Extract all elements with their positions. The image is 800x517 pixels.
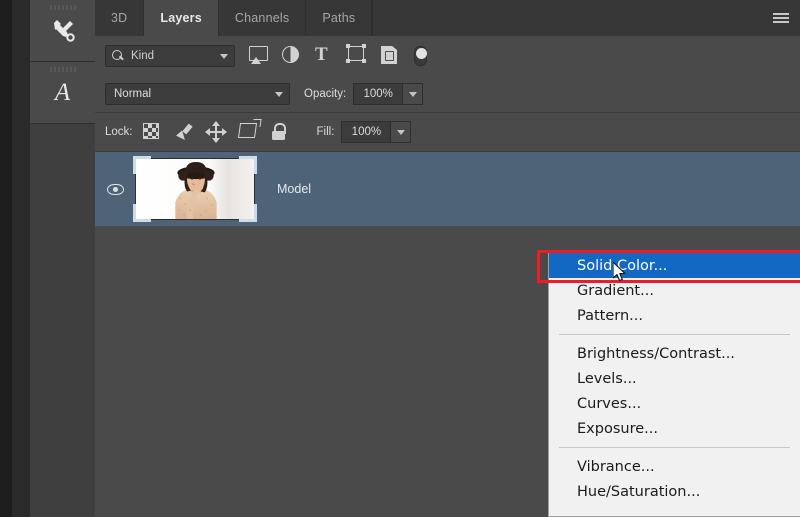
blend-mode-dropdown[interactable]: Normal — [105, 83, 290, 105]
fill-value-field[interactable]: 100% — [341, 121, 392, 143]
tab-channels[interactable]: Channels — [218, 0, 307, 36]
magnifier-icon — [112, 49, 125, 63]
menu-separator — [559, 334, 790, 335]
annotation-highlight-rectangle — [537, 250, 800, 283]
menu-item-levels[interactable]: Levels... — [549, 366, 800, 391]
blend-mode-value: Normal — [114, 88, 152, 100]
panel-grip[interactable] — [49, 5, 76, 10]
tab-3d[interactable]: 3D — [95, 0, 145, 36]
pixel-layer-filter-icon[interactable] — [249, 46, 269, 66]
collapsed-panel-dock: A — [30, 0, 95, 517]
image-pixels-lock-icon[interactable] — [175, 123, 193, 141]
character-a-icon: A — [54, 78, 71, 106]
shape-layer-filter-icon[interactable] — [346, 44, 368, 66]
fill-stepper-button[interactable] — [391, 121, 412, 143]
left-gutter-edge — [0, 0, 12, 517]
panel-grip[interactable] — [49, 67, 76, 72]
layer-filter-row: Kind T — [95, 36, 800, 76]
menu-item-pattern[interactable]: Pattern... — [549, 303, 800, 328]
opacity-stepper-button[interactable] — [403, 83, 424, 105]
menu-separator — [559, 447, 790, 448]
lock-label: Lock: — [105, 126, 133, 138]
menu-item-vibrance[interactable]: Vibrance... — [549, 454, 800, 479]
type-layer-filter-icon[interactable]: T — [315, 45, 335, 66]
layer-name-label[interactable]: Model — [277, 182, 311, 196]
layers-list: Model — [95, 152, 800, 226]
transparency-lock-icon[interactable] — [142, 123, 161, 141]
new-fill-adjustment-layer-menu: Solid Color... Gradient... Pattern... Br… — [548, 250, 800, 517]
character-panel-button[interactable]: A — [30, 62, 95, 124]
filter-enable-toggle[interactable] — [414, 46, 427, 66]
layer-thumbnail[interactable] — [133, 156, 257, 222]
menu-item-exposure[interactable]: Exposure... — [549, 416, 800, 441]
opacity-label: Opacity: — [304, 88, 347, 100]
chevron-down-icon — [220, 54, 228, 59]
layer-thumbnail-image — [135, 158, 255, 220]
tabbar-filler — [372, 0, 800, 36]
menu-item-hue-saturation[interactable]: Hue/Saturation... — [549, 479, 800, 504]
tab-layers[interactable]: Layers — [144, 0, 219, 36]
adjustment-layer-filter-icon[interactable] — [282, 46, 302, 66]
eye-icon — [106, 183, 124, 195]
artboard-nesting-lock-icon[interactable] — [237, 123, 257, 141]
dock-empty-area — [30, 124, 95, 517]
chevron-down-icon — [275, 92, 283, 97]
filter-kind-dropdown[interactable]: Kind — [105, 45, 235, 67]
left-gutter — [0, 0, 30, 517]
thumbnail-corner-bracket — [133, 204, 151, 222]
tab-paths[interactable]: Paths — [306, 0, 373, 36]
photoshop-layers-panel-screenshot: A 3D Layers Channels Paths Kind T Normal… — [0, 0, 800, 517]
opacity-value-field[interactable]: 100% — [353, 83, 404, 105]
hamburger-icon — [773, 12, 789, 24]
chevron-down-icon — [409, 92, 418, 97]
panel-tabbar: 3D Layers Channels Paths — [95, 0, 800, 36]
tools-panel-button[interactable] — [30, 0, 95, 62]
woman-in-hat-photo — [136, 159, 254, 219]
chevron-down-icon — [397, 130, 406, 135]
tools-icon — [53, 19, 75, 42]
table-row[interactable]: Model — [95, 152, 800, 226]
blend-opacity-row: Normal Opacity: 100% — [95, 76, 800, 112]
thumbnail-corner-bracket — [133, 156, 151, 174]
filter-kind-label: Kind — [131, 50, 155, 62]
lock-icons — [142, 121, 289, 143]
lock-fill-row: Lock: Fill: 100% — [95, 113, 800, 151]
layer-visibility-toggle[interactable] — [95, 183, 135, 195]
thumbnail-corner-bracket — [239, 156, 257, 174]
menu-item-brightness-contrast[interactable]: Brightness/Contrast... — [549, 341, 800, 366]
mouse-cursor — [613, 262, 626, 282]
thumbnail-corner-bracket — [239, 204, 257, 222]
filter-type-icons: T — [249, 44, 427, 66]
menu-item-curves[interactable]: Curves... — [549, 391, 800, 416]
smart-object-filter-icon[interactable] — [381, 46, 401, 66]
fill-label: Fill: — [316, 126, 335, 138]
panel-menu-button[interactable] — [768, 8, 794, 28]
lock-all-icon[interactable] — [271, 123, 289, 141]
position-lock-icon[interactable] — [204, 121, 227, 143]
